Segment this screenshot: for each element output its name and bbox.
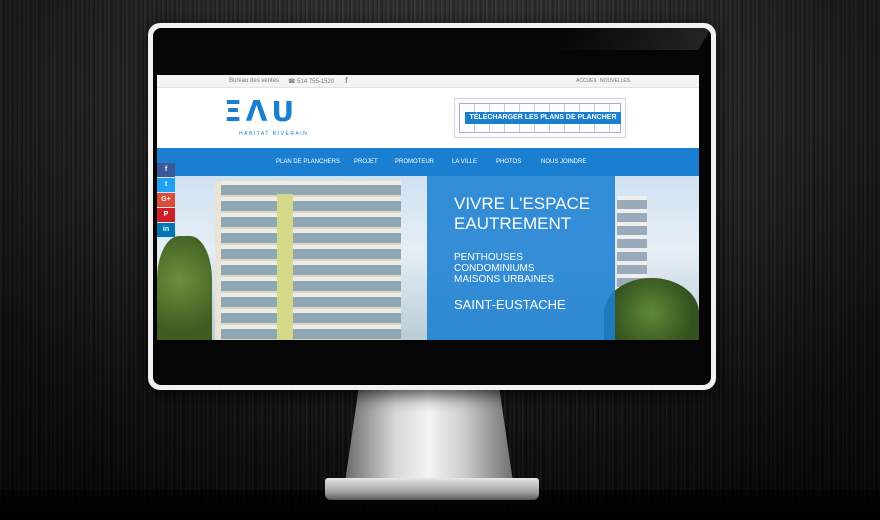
facebook-share-icon[interactable]: f (157, 163, 175, 177)
monitor-base (325, 478, 539, 500)
logo-tagline: HABITAT RIVERAIN (239, 131, 309, 137)
screen-glare (548, 28, 711, 50)
nav-city[interactable]: LA VILLE (452, 159, 477, 165)
nav-developer[interactable]: PROMOTEUR (395, 159, 434, 165)
website-screen: Bureau des ventes ☎ 514 755-1520 f ACCUE… (157, 75, 699, 340)
hero-title-line-2: EAUTREMENT (454, 214, 572, 233)
nav-project[interactable]: PROJET (354, 159, 378, 165)
social-share-bar: f t G+ P in (157, 163, 175, 238)
tree-image (157, 236, 212, 340)
nav-floor-plans[interactable]: PLAN DE PLANCHERS (276, 159, 340, 165)
link-home[interactable]: ACCUEIL (576, 78, 598, 84)
download-plans-button[interactable]: TÉLÉCHARGER LES PLANS DE PLANCHER (465, 112, 621, 124)
building-image (215, 181, 401, 340)
top-bar: Bureau des ventes ☎ 514 755-1520 f ACCUE… (157, 75, 699, 88)
hero-title: VIVRE L'ESPACE EAUTREMENT (454, 194, 590, 234)
linkedin-share-icon[interactable]: in (157, 223, 175, 237)
nav-contact[interactable]: NOUS JOINDRE (541, 159, 586, 165)
sales-office-label: Bureau des ventes (229, 78, 280, 84)
logo[interactable]: ΞΛU (224, 98, 298, 126)
hero-type-condominiums: CONDOMINIUMS (454, 263, 535, 274)
nav-photos[interactable]: PHOTOS (496, 159, 521, 165)
google-plus-share-icon[interactable]: G+ (157, 193, 175, 207)
monitor-stand (345, 390, 513, 482)
main-nav: PLAN DE PLANCHERS PROJET PROMOTEUR LA VI… (157, 148, 699, 177)
floor-plan-banner[interactable]: TÉLÉCHARGER LES PLANS DE PLANCHER (454, 98, 626, 138)
hero-banner: VIVRE L'ESPACE EAUTREMENT PENTHOUSES CON… (157, 176, 699, 340)
hero-text-panel: VIVRE L'ESPACE EAUTREMENT PENTHOUSES CON… (427, 176, 615, 340)
tree-image-right (604, 278, 699, 340)
pinterest-share-icon[interactable]: P (157, 208, 175, 222)
twitter-share-icon[interactable]: t (157, 178, 175, 192)
facebook-icon[interactable]: f (345, 76, 348, 85)
hero-city: SAINT-EUSTACHE (454, 297, 566, 312)
hero-title-line-1: VIVRE L'ESPACE (454, 194, 591, 213)
phone-number[interactable]: ☎ 514 755-1520 (288, 78, 334, 85)
hero-type-penthouses: PENTHOUSES (454, 252, 523, 263)
hero-type-urban-houses: MAISONS URBAINES (454, 274, 555, 285)
link-news[interactable]: NOUVELLES (600, 78, 630, 84)
building-column (277, 194, 293, 340)
site-header: ΞΛU HABITAT RIVERAIN TÉLÉCHARGER LES PLA… (157, 88, 699, 148)
